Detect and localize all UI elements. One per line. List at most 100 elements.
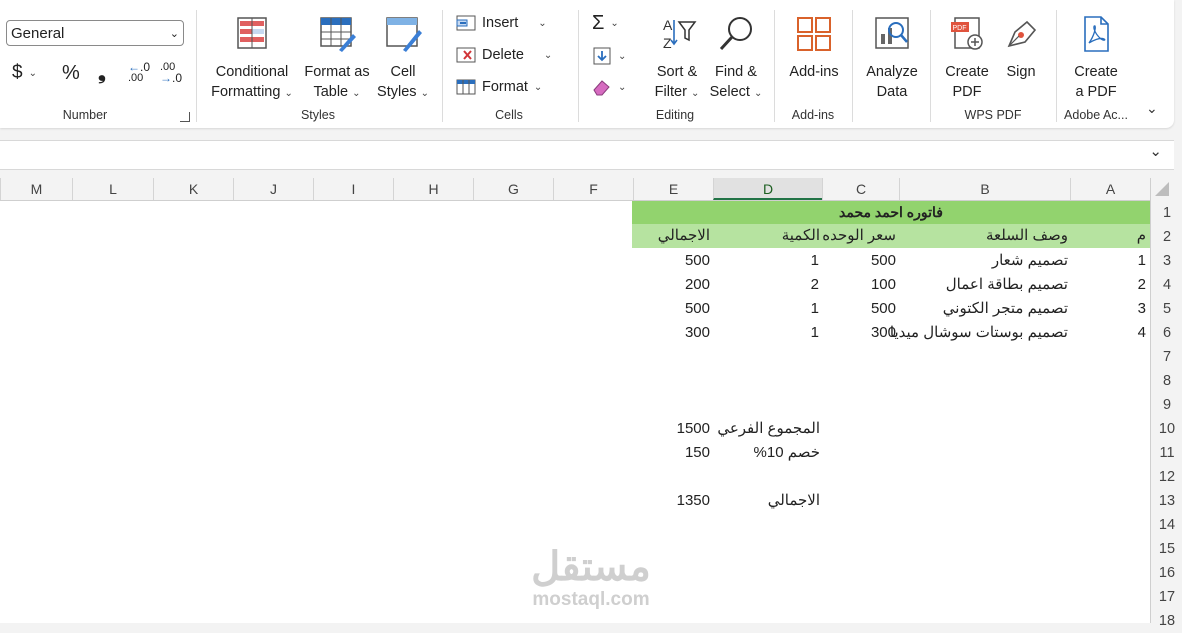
adobe-create-pdf-button[interactable]: Create a PDF (1066, 14, 1126, 102)
delete-cells-button[interactable]: Delete ⌄ (456, 46, 552, 64)
grand-total-label[interactable]: الاجمالي (768, 490, 820, 512)
grand-total-value[interactable]: 1350 (633, 490, 710, 512)
row-header[interactable]: 16 (1151, 561, 1182, 585)
row-header[interactable]: 8 (1151, 369, 1182, 393)
cell-styles-button[interactable]: Cell Styles ⌄ (374, 14, 432, 104)
item-total[interactable]: 500 (633, 298, 710, 320)
row-header[interactable]: 3 (1151, 249, 1182, 273)
analyze-data-button[interactable]: Analyze Data (862, 14, 922, 102)
subtotal-label[interactable]: المجموع الفرعي (717, 418, 820, 440)
group-separator (442, 10, 443, 122)
item-description[interactable]: تصميم شعار (992, 250, 1068, 272)
item-unit-price[interactable]: 500 (822, 298, 896, 320)
comma-style-button[interactable]: ❟ (98, 62, 106, 85)
item-unit-price[interactable]: 500 (822, 250, 896, 272)
fill-button[interactable]: ⌄ (592, 46, 626, 66)
chevron-down-icon: ⌄ (690, 88, 700, 99)
item-number[interactable]: 2 (1110, 274, 1146, 296)
sort-filter-button[interactable]: A Z Sort & Filter ⌄ (650, 14, 704, 104)
find-select-label-2: Select (709, 84, 750, 100)
item-quantity[interactable]: 1 (713, 322, 819, 344)
column-header[interactable]: B (899, 178, 1070, 200)
column-header[interactable]: F (553, 178, 633, 200)
item-number[interactable]: 3 (1110, 298, 1146, 320)
row-header[interactable]: 6 (1151, 321, 1182, 345)
item-number[interactable]: 1 (1110, 250, 1146, 272)
subtotal-value[interactable]: 1500 (633, 418, 710, 440)
formula-bar[interactable]: ⌄ (0, 140, 1174, 170)
invoice-title[interactable]: فاتوره احمد محمد (632, 201, 1150, 223)
chevron-down-icon: ⌄ (284, 88, 293, 99)
header-unit-price[interactable]: سعر الوحده (822, 225, 896, 247)
column-header[interactable]: I (313, 178, 393, 200)
add-ins-button[interactable]: Add-ins (784, 14, 844, 82)
item-quantity[interactable]: 2 (713, 274, 819, 296)
format-cells-button[interactable]: Format ⌄ (456, 78, 542, 96)
column-header[interactable]: E (633, 178, 713, 200)
adobe-create-pdf-label-2: a PDF (1075, 84, 1117, 100)
wps-create-pdf-button[interactable]: PDF Create PDF (940, 14, 994, 102)
item-quantity[interactable]: 1 (713, 250, 819, 272)
column-header[interactable]: L (72, 178, 153, 200)
column-header[interactable]: J (233, 178, 313, 200)
column-header[interactable]: M (0, 178, 72, 200)
invoice-title-bar: فاتوره احمد محمد (632, 201, 1150, 224)
clear-button[interactable]: ⌄ (592, 78, 626, 96)
header-total[interactable]: الاجمالي (658, 225, 710, 247)
insert-cells-button[interactable]: Insert ⌄ (456, 14, 547, 32)
column-header[interactable]: K (153, 178, 233, 200)
item-quantity[interactable]: 1 (713, 298, 819, 320)
item-description[interactable]: تصميم بطاقة اعمال (946, 274, 1068, 296)
item-total[interactable]: 500 (633, 250, 710, 272)
header-number[interactable]: م (1137, 225, 1146, 247)
row-header[interactable]: 2 (1151, 225, 1182, 249)
row-header[interactable]: 10 (1151, 417, 1182, 441)
currency-format-button[interactable]: $ ⌄ (12, 62, 37, 84)
row-header[interactable]: 15 (1151, 537, 1182, 561)
increase-decimal-label: .00 (128, 72, 144, 84)
row-header[interactable]: 11 (1151, 441, 1182, 465)
select-all-corner[interactable] (1155, 182, 1169, 196)
percent-icon: % (62, 62, 80, 84)
number-format-dropdown[interactable]: General ⌄ (6, 20, 184, 46)
row-header[interactable]: 12 (1151, 465, 1182, 489)
ribbon-expand-chevron-icon[interactable]: ⌄ (1146, 100, 1158, 117)
item-description[interactable]: تصميم متجر الكتوني (943, 298, 1068, 320)
row-header[interactable]: 5 (1151, 297, 1182, 321)
find-select-button[interactable]: Find & Select ⌄ (708, 14, 764, 104)
column-header-selected[interactable]: D (713, 178, 822, 200)
item-total[interactable]: 200 (633, 274, 710, 296)
discount-value[interactable]: 150 (633, 442, 710, 464)
adobe-group-label: Adobe Ac... (1064, 108, 1128, 122)
column-header[interactable]: C (822, 178, 899, 200)
item-number[interactable]: 4 (1110, 322, 1146, 344)
item-total[interactable]: 300 (633, 322, 710, 344)
row-header[interactable]: 14 (1151, 513, 1182, 537)
decrease-decimal-button[interactable]: .00 →.0 (160, 62, 182, 85)
row-header[interactable]: 18 (1151, 609, 1182, 633)
sign-button[interactable]: Sign (998, 14, 1044, 82)
row-header[interactable]: 17 (1151, 585, 1182, 609)
row-header[interactable]: 7 (1151, 345, 1182, 369)
column-header[interactable]: G (473, 178, 553, 200)
conditional-formatting-button[interactable]: Conditional Formatting ⌄ (206, 14, 298, 104)
item-description[interactable]: تصميم بوستات سوشال ميديا (890, 322, 1068, 344)
editing-group-label: Editing (655, 108, 695, 122)
chevron-down-icon[interactable]: ⌄ (1149, 142, 1162, 160)
item-unit-price[interactable]: 100 (822, 274, 896, 296)
increase-decimal-button[interactable]: ←.0 .00 (128, 61, 150, 84)
percent-style-button[interactable]: % (62, 62, 80, 85)
autosum-button[interactable]: Σ ⌄ (592, 12, 619, 35)
row-header[interactable]: 13 (1151, 489, 1182, 513)
dialog-launcher-icon[interactable] (180, 112, 190, 122)
column-header[interactable]: A (1070, 178, 1150, 200)
column-header[interactable]: H (393, 178, 473, 200)
row-header[interactable]: 1 (1151, 201, 1182, 225)
row-header[interactable]: 4 (1151, 273, 1182, 297)
header-description[interactable]: وصف السلعة (986, 225, 1068, 247)
item-unit-price[interactable]: 300 (822, 322, 896, 344)
row-header[interactable]: 9 (1151, 393, 1182, 417)
header-quantity[interactable]: الكمية (782, 225, 820, 247)
format-as-table-button[interactable]: Format as Table ⌄ (302, 14, 372, 104)
discount-label[interactable]: خصم 10% (754, 442, 820, 464)
